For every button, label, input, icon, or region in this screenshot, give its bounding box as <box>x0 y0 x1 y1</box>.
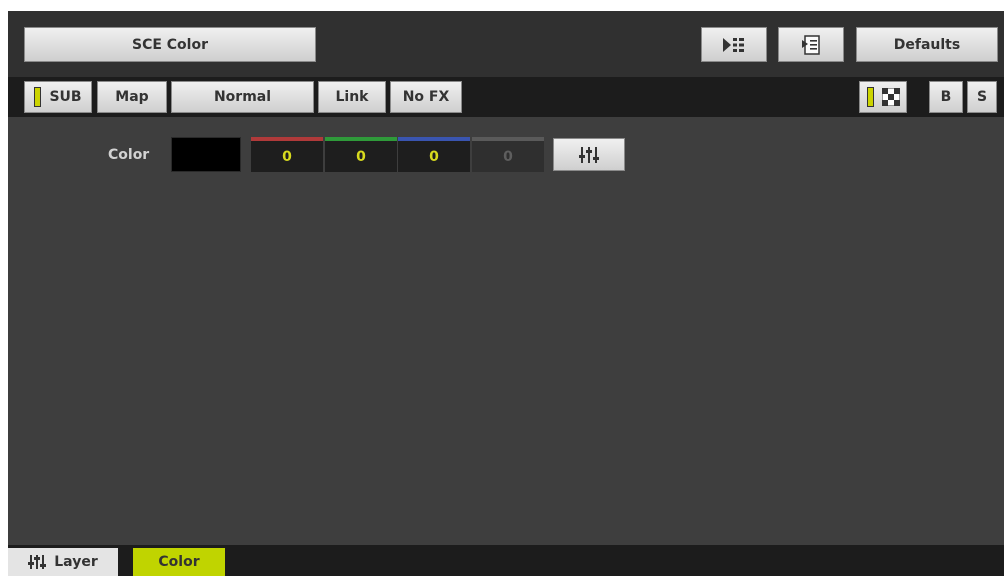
fx-label: No FX <box>402 89 450 105</box>
link-label: Link <box>335 89 369 105</box>
tab-layer[interactable]: Layer <box>8 548 118 576</box>
transparency-button[interactable] <box>859 81 907 113</box>
map-button[interactable]: Map <box>97 81 167 113</box>
b-button[interactable]: B <box>929 81 963 113</box>
sub-button[interactable]: SUB <box>24 81 92 113</box>
layer-mixer-icon <box>28 554 47 570</box>
blend-mode-button[interactable]: Normal <box>171 81 314 113</box>
play-next-button[interactable] <box>701 27 767 62</box>
color-swatch[interactable] <box>171 137 241 172</box>
tab-color-label: Color <box>158 554 200 570</box>
sub-label: SUB <box>49 89 82 105</box>
playlist-button[interactable] <box>778 27 844 62</box>
fx-button[interactable]: No FX <box>390 81 462 113</box>
map-label: Map <box>115 89 149 105</box>
color-mixer-button[interactable] <box>553 138 625 171</box>
defaults-label: Defaults <box>893 36 961 53</box>
sub-indicator <box>34 87 42 107</box>
blue-channel-value[interactable]: 0 <box>398 137 470 172</box>
sce-color-button[interactable]: SCE Color <box>24 27 316 62</box>
sce-color-label: SCE Color <box>131 36 208 53</box>
layer-settings-panel: SCE Color Defaults SUB Map Normal Link N… <box>8 11 1004 576</box>
color-label: Color <box>108 147 150 163</box>
s-label: S <box>976 89 988 105</box>
tab-layer-label: Layer <box>54 554 98 570</box>
checker-icon <box>881 88 900 106</box>
mixer-icon <box>579 146 599 163</box>
red-channel-value[interactable]: 0 <box>251 137 323 172</box>
transparency-indicator <box>866 87 874 107</box>
play-next-icon <box>723 37 744 52</box>
playlist-icon <box>802 34 820 55</box>
green-channel-value[interactable]: 0 <box>325 137 397 172</box>
link-button[interactable]: Link <box>318 81 386 113</box>
blend-mode-label: Normal <box>213 89 272 105</box>
defaults-button[interactable]: Defaults <box>856 27 998 62</box>
s-button[interactable]: S <box>967 81 997 113</box>
tab-color[interactable]: Color <box>133 548 225 576</box>
alpha-channel-value[interactable]: 0 <box>472 137 544 172</box>
b-label: B <box>940 89 952 105</box>
